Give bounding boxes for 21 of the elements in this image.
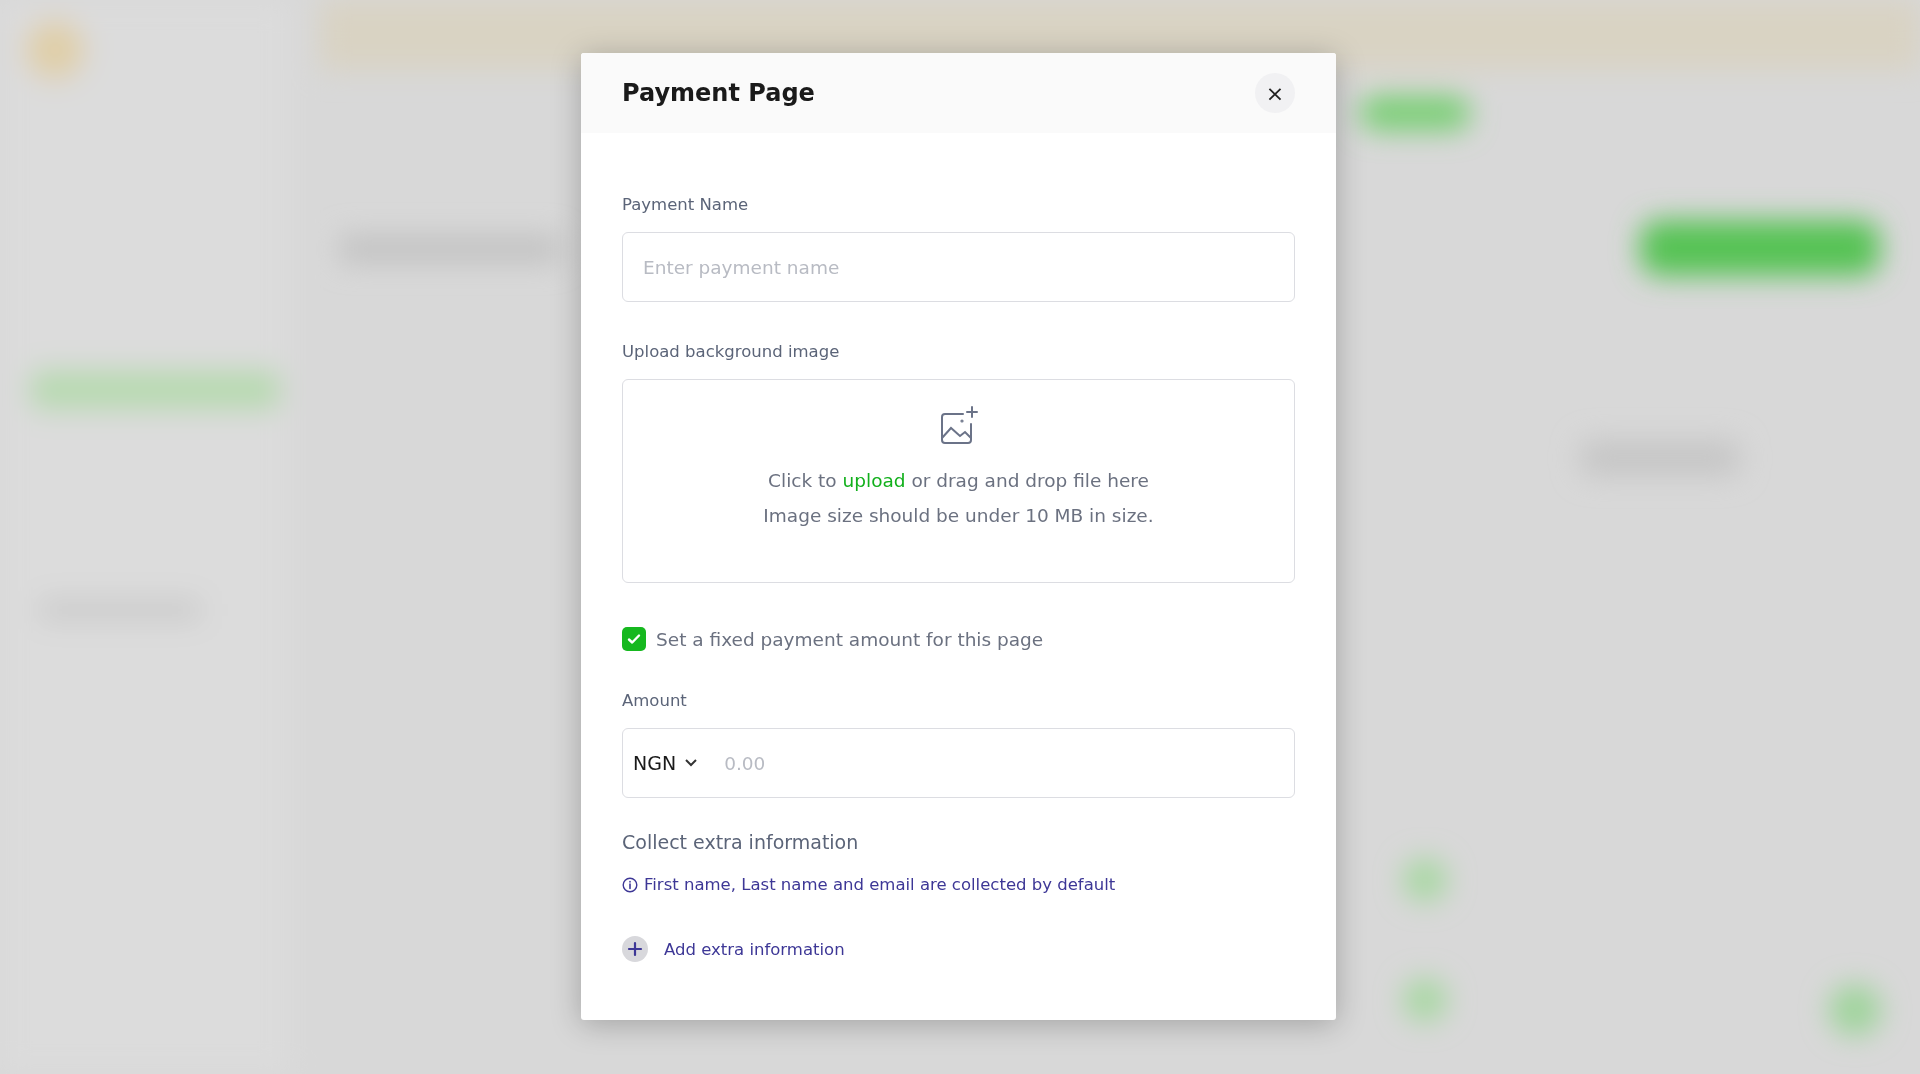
plus-icon (622, 936, 648, 962)
currency-dropdown[interactable]: NGN (633, 752, 699, 774)
close-button[interactable]: × (1255, 73, 1295, 113)
checkmark-icon (626, 631, 642, 647)
upload-dropzone[interactable]: Click to upload or drag and drop file here Image size should be under 10 MB in size. (622, 379, 1295, 583)
amount-field[interactable]: NGN 0.00 (622, 728, 1295, 798)
input-field[interactable]: Enter payment name (622, 232, 1295, 302)
info-icon (622, 876, 638, 893)
chevron-down-icon (684, 758, 699, 768)
checkbox-label: Set a fixed payment amount for this page (656, 628, 1044, 650)
add-extra-info-button[interactable]: Add extra information (622, 936, 845, 962)
field-label: Payment Name (622, 195, 750, 214)
upload-hint: Image size should be under 10 MB in size. (763, 505, 1154, 526)
field-label: Amount (622, 691, 688, 710)
checkbox[interactable] (622, 627, 646, 651)
info-note: First name, Last name and email are collected by default (644, 875, 1116, 894)
section-heading: Collect extra information (622, 831, 860, 853)
field-label: Upload background image (622, 342, 841, 361)
image-add-icon (938, 406, 979, 446)
dialog-title: Payment Page (622, 79, 815, 107)
upload-instructions: Click to upload or drag and drop file here (768, 470, 1149, 491)
